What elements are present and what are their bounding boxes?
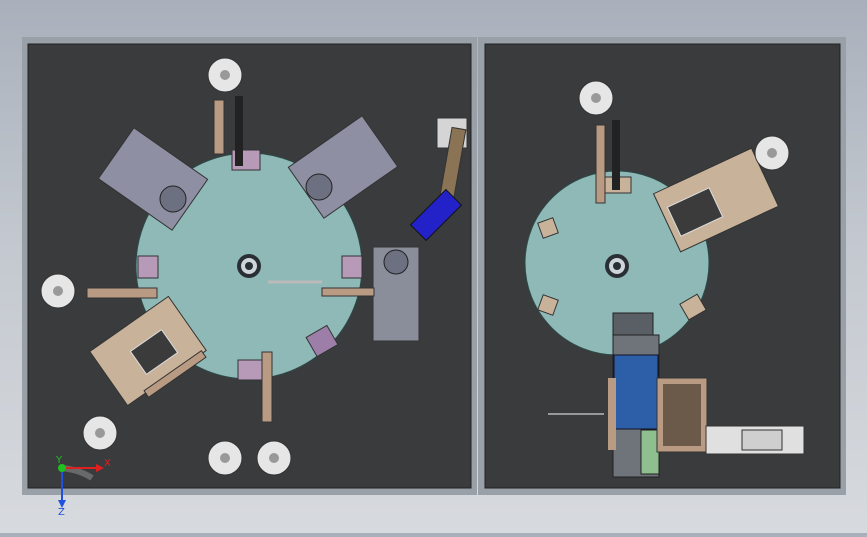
triad-y-label: Y xyxy=(55,455,63,466)
right-gantry-head xyxy=(612,312,654,336)
right-tray-grid xyxy=(663,384,701,446)
left-reel-s2 xyxy=(256,440,292,476)
left-arm-n xyxy=(213,99,225,155)
cad-viewport[interactable]: X Y Z xyxy=(0,0,867,533)
left-reel-n xyxy=(207,57,243,93)
right-cylinder-n xyxy=(612,120,620,190)
left-reel-s1 xyxy=(207,440,243,476)
left-reel-w xyxy=(40,273,76,309)
left-hub xyxy=(237,254,261,278)
assembly-drawing[interactable]: X Y Z xyxy=(0,0,867,533)
right-cylinder-body xyxy=(741,429,783,451)
left-nest-e xyxy=(383,249,409,275)
right-hub xyxy=(605,254,629,278)
triad-x-label: X xyxy=(104,458,111,469)
right-station[interactable] xyxy=(478,37,846,495)
left-fixture-w xyxy=(137,255,159,279)
left-station[interactable] xyxy=(22,37,477,495)
left-arm-s xyxy=(261,351,273,423)
right-arm-n xyxy=(595,124,606,204)
right-blue-plate xyxy=(613,354,659,430)
left-reel-sw xyxy=(82,415,118,451)
right-side-rail xyxy=(608,378,616,450)
right-green-slide xyxy=(640,429,660,475)
left-arm-e xyxy=(321,287,375,297)
left-fixture-e xyxy=(341,255,363,279)
triad-z-label: Z xyxy=(58,507,65,518)
left-cylinder-n xyxy=(235,96,243,166)
right-reel-ne xyxy=(754,135,790,171)
right-reel-n xyxy=(578,80,614,116)
left-arm-w xyxy=(86,287,158,299)
left-nest-ne xyxy=(305,173,333,201)
left-fixture-s xyxy=(237,359,265,381)
left-nest-nw xyxy=(159,185,187,213)
